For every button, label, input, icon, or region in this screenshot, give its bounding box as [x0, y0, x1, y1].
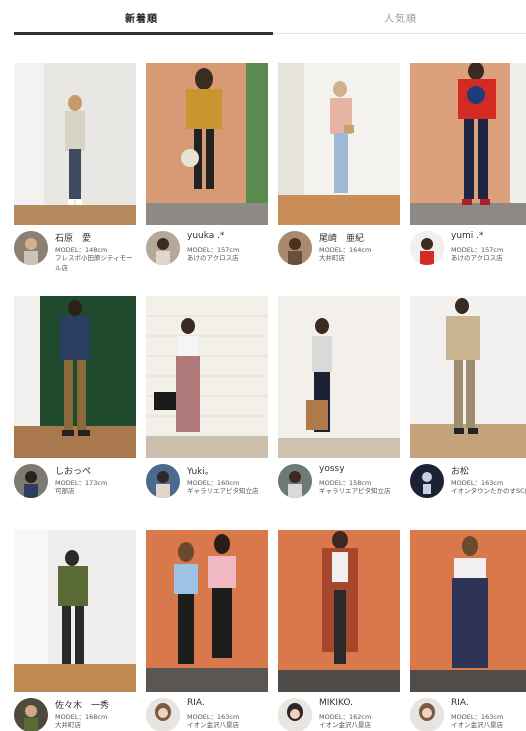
- coordinate-card[interactable]: お松 MODEL：163cm イオンタウンたかのすSC店: [410, 296, 526, 501]
- staff-store: ギャラリエアピタ知立店: [187, 487, 259, 495]
- staff-model-height: MODEL：168cm: [55, 713, 108, 721]
- staff-name[interactable]: Yuki。: [187, 464, 214, 477]
- coordinate-photo[interactable]: [278, 63, 400, 225]
- staff-avatar[interactable]: [278, 231, 312, 265]
- staff-name[interactable]: yumi .*: [451, 231, 484, 241]
- staff-avatar[interactable]: [278, 464, 312, 498]
- staff-model-height: MODEL：164cm: [319, 246, 372, 254]
- staff-name[interactable]: お松: [451, 464, 469, 477]
- coordinate-card[interactable]: yumi .* MODEL：157cm あけのアクロス店: [410, 63, 526, 268]
- coordinate-photo[interactable]: [14, 296, 136, 458]
- coordinate-photo[interactable]: [14, 63, 136, 225]
- staff-name[interactable]: yossy: [319, 464, 345, 474]
- coordinate-card[interactable]: RIA. MODEL：163cm イオン金沢八景店: [146, 530, 268, 731]
- tab-newest[interactable]: 新着順: [125, 10, 158, 25]
- coordinate-card[interactable]: RIA. MODEL：163cm イオン金沢八景店: [410, 530, 526, 731]
- coordinate-photo[interactable]: [278, 530, 400, 692]
- staff-avatar[interactable]: [146, 698, 180, 731]
- coordinate-photo[interactable]: [146, 63, 268, 225]
- staff-store: イオン金沢八景店: [451, 721, 503, 729]
- staff-name[interactable]: MIKIKO.: [319, 698, 353, 708]
- staff-avatar[interactable]: [14, 698, 48, 731]
- staff-model-height: MODEL：162cm: [319, 713, 372, 721]
- staff-store: イオンタウンたかのすSC店: [451, 487, 526, 495]
- coordinate-card[interactable]: 佐々木 一秀 MODEL：168cm 大井町店: [14, 530, 136, 731]
- staff-model-height: MODEL：148cm: [55, 246, 108, 254]
- staff-name[interactable]: RIA.: [451, 698, 469, 708]
- staff-model-height: MODEL：157cm: [187, 246, 240, 254]
- staff-avatar[interactable]: [278, 698, 312, 731]
- staff-store: 大井町店: [319, 254, 345, 262]
- staff-model-height: MODEL：173cm: [55, 479, 108, 487]
- staff-store: ギャラリエアピタ知立店: [319, 487, 391, 495]
- staff-model-height: MODEL：163cm: [187, 713, 240, 721]
- coordinate-photo[interactable]: [146, 530, 268, 692]
- staff-model-height: MODEL：160cm: [187, 479, 240, 487]
- coordinate-card[interactable]: Yuki。 MODEL：160cm ギャラリエアピタ知立店: [146, 296, 268, 501]
- tab-popular[interactable]: 人気順: [384, 10, 417, 25]
- staff-store: あけのアクロス店: [451, 254, 503, 262]
- staff-model-height: MODEL：158cm: [319, 479, 372, 487]
- coordinate-photo[interactable]: [146, 296, 268, 458]
- coordinate-card[interactable]: MIKIKO. MODEL：162cm イオン金沢八景店: [278, 530, 400, 731]
- staff-store: 大井町店: [55, 721, 81, 729]
- coordinate-photo[interactable]: [410, 530, 526, 692]
- coordinate-card[interactable]: 尾崎 亜紀 MODEL：164cm 大井町店: [278, 63, 400, 268]
- staff-name[interactable]: しおっぺ: [55, 464, 91, 477]
- coordinate-card[interactable]: しおっぺ MODEL：173cm 可部店: [14, 296, 136, 501]
- staff-store: 可部店: [55, 487, 75, 495]
- staff-store: あけのアクロス店: [187, 254, 239, 262]
- staff-model-height: MODEL：163cm: [451, 713, 504, 721]
- coordinate-photo[interactable]: [14, 530, 136, 692]
- staff-avatar[interactable]: [146, 231, 180, 265]
- staff-model-height: MODEL：157cm: [451, 246, 504, 254]
- coordinate-card[interactable]: yossy MODEL：158cm ギャラリエアピタ知立店: [278, 296, 400, 501]
- staff-avatar[interactable]: [14, 231, 48, 265]
- staff-model-height: MODEL：163cm: [451, 479, 504, 487]
- sort-tabs: 新着順 人気順: [0, 0, 526, 38]
- staff-name[interactable]: 佐々木 一秀: [55, 698, 109, 711]
- coordinate-card[interactable]: 石原 愛 MODEL：148cm フレスポ小田原シティモール店: [14, 63, 136, 272]
- staff-avatar[interactable]: [410, 464, 444, 498]
- staff-name[interactable]: 尾崎 亜紀: [319, 231, 364, 244]
- staff-store: イオン金沢八景店: [319, 721, 371, 729]
- staff-avatar[interactable]: [410, 698, 444, 731]
- staff-name[interactable]: yuuka .*: [187, 231, 225, 241]
- staff-store: フレスポ小田原シティモール店: [55, 254, 133, 272]
- staff-avatar[interactable]: [146, 464, 180, 498]
- coordinate-photo[interactable]: [410, 63, 526, 225]
- staff-avatar[interactable]: [14, 464, 48, 498]
- staff-avatar[interactable]: [410, 231, 444, 265]
- staff-name[interactable]: RIA.: [187, 698, 205, 708]
- coordinate-photo[interactable]: [410, 296, 526, 458]
- staff-store: イオン金沢八景店: [187, 721, 239, 729]
- active-tab-indicator: [14, 32, 273, 35]
- coordinate-card[interactable]: yuuka .* MODEL：157cm あけのアクロス店: [146, 63, 268, 268]
- staff-name[interactable]: 石原 愛: [55, 231, 91, 244]
- coordinate-photo[interactable]: [278, 296, 400, 458]
